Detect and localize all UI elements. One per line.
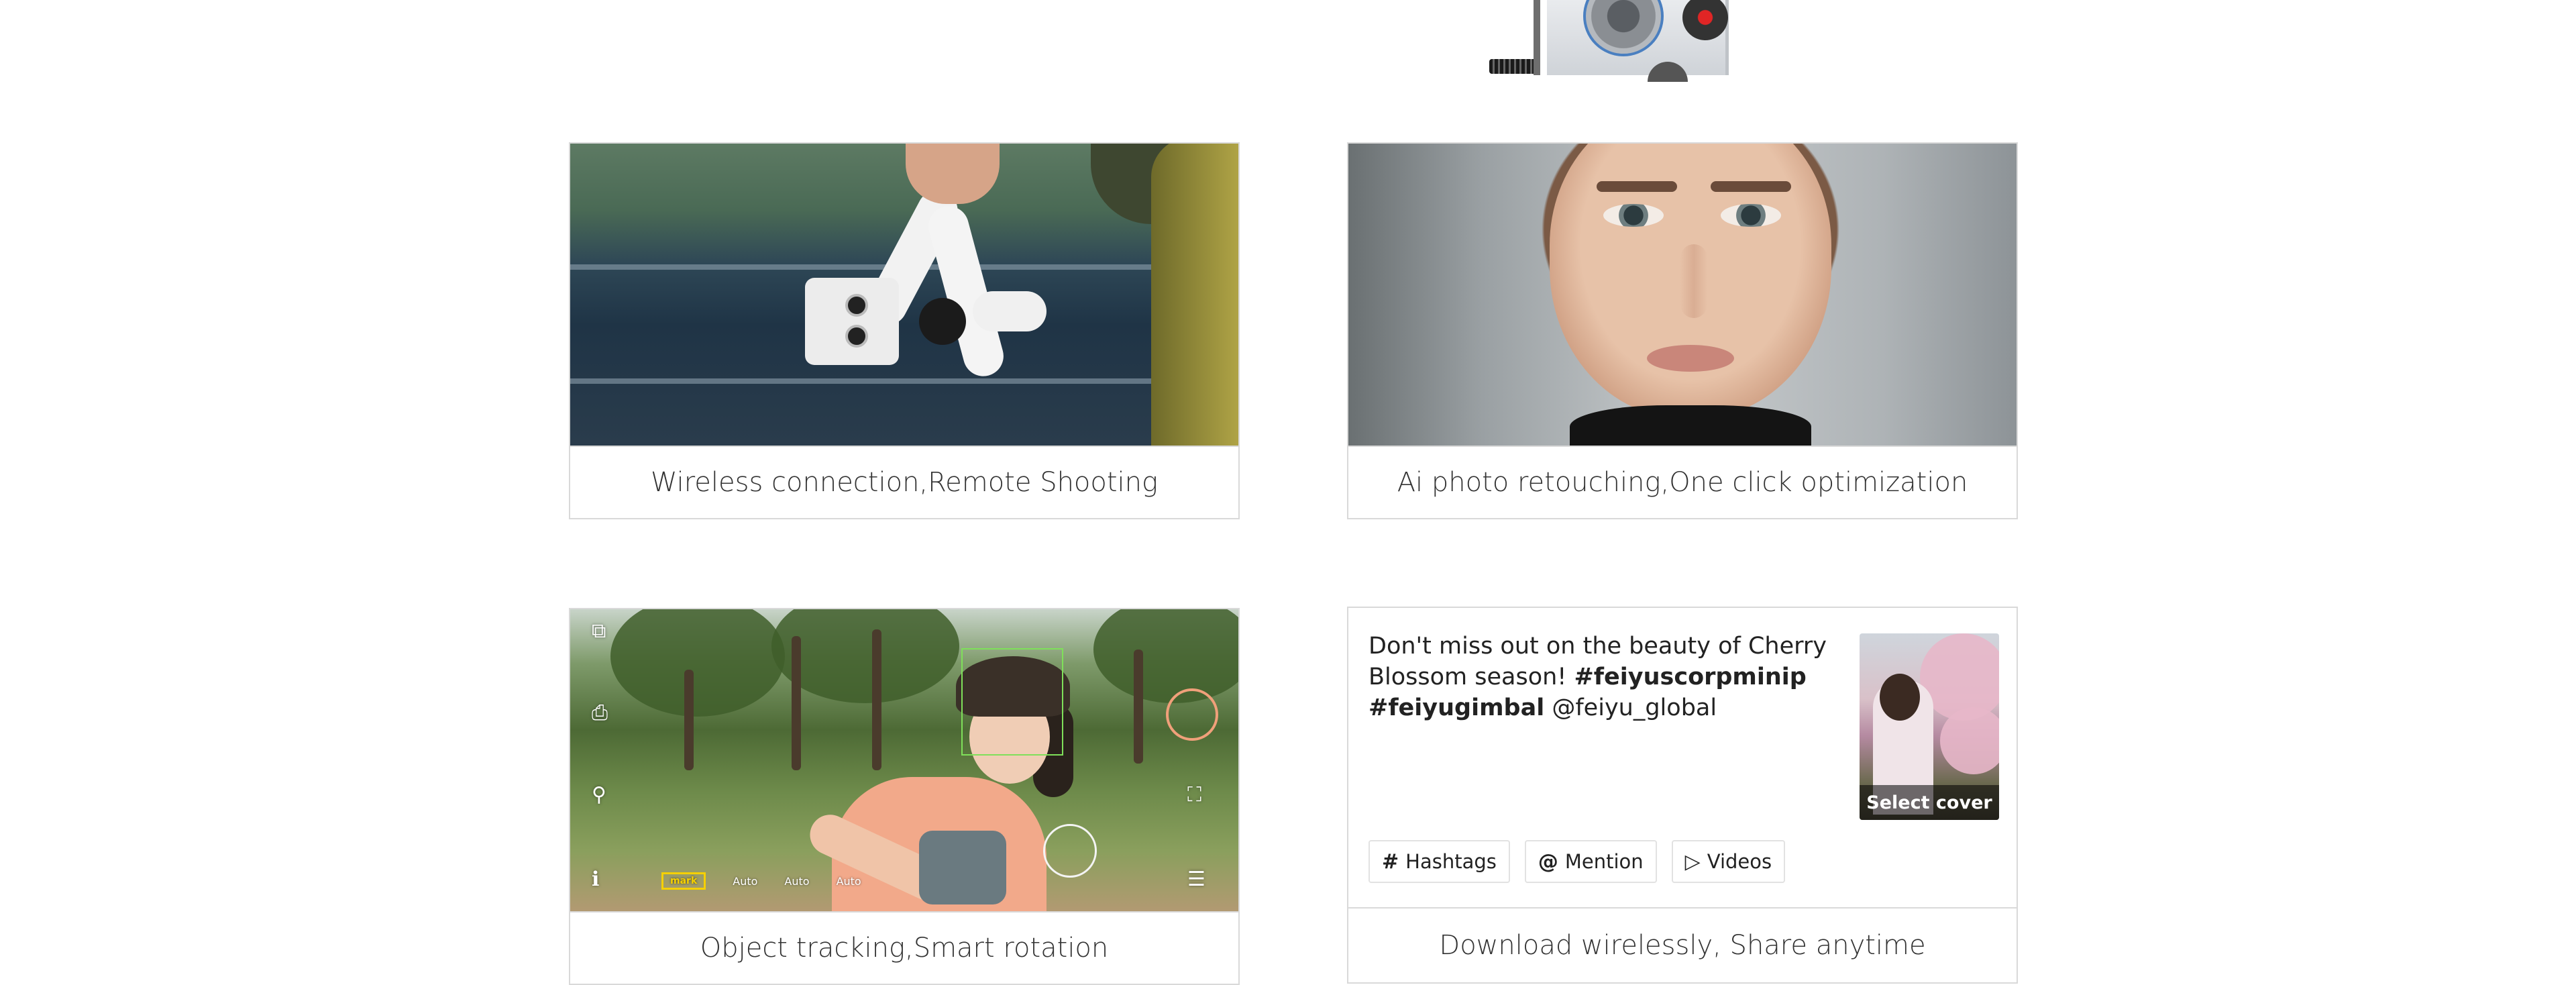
tree-trunk xyxy=(792,636,801,770)
shutter-setting[interactable]: Auto xyxy=(784,875,809,888)
nose xyxy=(1680,244,1707,318)
gimbal-in-hand-photo xyxy=(570,144,1238,446)
turtleneck xyxy=(1570,405,1811,446)
tree-trunk xyxy=(872,629,881,770)
gimbal-arm xyxy=(1534,0,1540,75)
post-text[interactable]: Don't miss out on the beauty of Cherry B… xyxy=(1368,631,1838,723)
tree-trunk xyxy=(684,670,694,770)
bag xyxy=(919,831,1006,904)
mention-text: @feiyu_global xyxy=(1552,694,1717,721)
camera-lens xyxy=(845,325,868,348)
mention-button[interactable]: @ Mention xyxy=(1524,840,1657,883)
tracking-mode-icon[interactable]: ⚲ xyxy=(592,785,606,805)
hand xyxy=(906,144,1000,204)
feature-card-retouch: Ai photo retouching,One click optimizati… xyxy=(1347,142,2018,519)
chip-label: Hashtags xyxy=(1405,850,1497,873)
eye xyxy=(1603,204,1664,227)
chip-label: Videos xyxy=(1707,850,1772,873)
share-composer: Don't miss out on the beauty of Cherry B… xyxy=(1348,608,2017,910)
hashtags-button[interactable]: # Hashtags xyxy=(1368,840,1510,883)
feature-card-share: Don't miss out on the beauty of Cherry B… xyxy=(1347,607,2018,984)
eyebrow xyxy=(1597,181,1677,192)
tree-canopy xyxy=(1093,609,1238,703)
card-caption: Wireless connection,Remote Shooting xyxy=(570,446,1238,518)
background-step xyxy=(570,378,1238,384)
iso-setting[interactable]: Auto xyxy=(733,875,757,888)
eyebrow xyxy=(1711,181,1791,192)
portrait-photo xyxy=(1348,144,2017,446)
gimbal-controller-image xyxy=(1489,0,1731,82)
at-icon: @ xyxy=(1538,849,1558,874)
menu-icon[interactable]: ☰ xyxy=(1187,870,1205,890)
gallery-icon[interactable]: ⧉ xyxy=(592,621,606,641)
info-icon[interactable]: ℹ xyxy=(592,870,599,890)
eye xyxy=(1721,204,1781,227)
mode-badge[interactable]: mark xyxy=(661,872,706,890)
blossom xyxy=(1940,707,1999,774)
fullscreen-icon[interactable]: ⛶ xyxy=(1187,785,1201,805)
gimbal-motor xyxy=(919,298,966,345)
phone xyxy=(805,278,899,365)
hashtag-1: #feiyuscorpminip xyxy=(1574,664,1807,690)
feature-card-wireless: Wireless connection,Remote Shooting xyxy=(569,142,1240,519)
cable xyxy=(1489,59,1536,74)
white-balance-setting[interactable]: Auto xyxy=(837,875,861,888)
camera-status-row: mark Auto Auto Auto xyxy=(661,872,861,890)
focus-ring xyxy=(1166,688,1218,741)
play-circle-icon: ▷ xyxy=(1684,849,1701,874)
hashtag-icon: # xyxy=(1382,849,1399,874)
lips xyxy=(1647,345,1734,372)
face-tracking-box xyxy=(961,648,1063,756)
card-caption: Ai photo retouching,One click optimizati… xyxy=(1348,446,2017,518)
chip-label: Mention xyxy=(1564,850,1644,873)
composer-chips: # Hashtags @ Mention ▷ Videos xyxy=(1368,840,1786,883)
card-caption: Object tracking,Smart rotation xyxy=(570,911,1238,984)
hashtag-2: #feiyugimbal xyxy=(1368,694,1545,721)
coat xyxy=(1151,144,1238,446)
camera-lens xyxy=(845,294,868,317)
shutter-button[interactable] xyxy=(1043,824,1097,878)
tree-trunk xyxy=(1134,650,1143,764)
videos-button[interactable]: ▷ Videos xyxy=(1671,840,1786,883)
gimbal-grip xyxy=(973,291,1046,331)
feature-card-tracking: ⧉ ⎙ ⚲ ℹ ⛶ ☰ mark Auto Auto Auto Object t… xyxy=(569,608,1240,985)
camera-switch-icon[interactable]: ⎙ xyxy=(592,703,608,723)
tracking-camera-view: ⧉ ⎙ ⚲ ℹ ⛶ ☰ mark Auto Auto Auto xyxy=(570,609,1238,911)
cover-thumbnail[interactable]: Select cover xyxy=(1860,633,1999,820)
tree-canopy xyxy=(610,609,785,717)
card-caption: Download wirelessly, Share anytime xyxy=(1348,907,2017,982)
cover-person-head xyxy=(1880,674,1920,721)
select-cover-label: Select cover xyxy=(1860,785,1999,820)
